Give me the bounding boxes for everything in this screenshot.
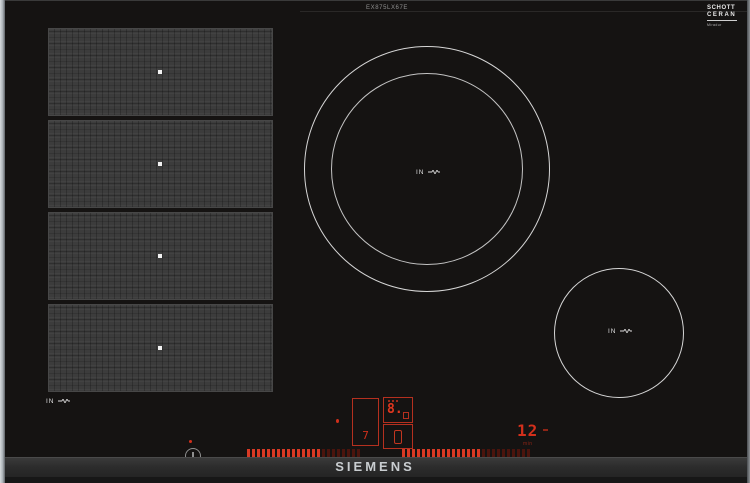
in-text: IN	[416, 169, 425, 176]
schott-ceran-rule	[707, 20, 737, 21]
power-slider-left[interactable]	[247, 449, 360, 457]
left-metal-trim	[0, 0, 5, 483]
siemens-logo: SIEMENS	[0, 459, 750, 474]
model-number: EX875LX67E	[366, 5, 408, 11]
induction-coil-icon	[428, 169, 440, 176]
large-zone-marking: IN	[416, 169, 440, 176]
power-level-sub-glyph	[403, 412, 409, 419]
schott-ceran-subline: Miradur	[707, 23, 743, 27]
flex-zone-marking: IN	[46, 398, 70, 405]
glass-reflection	[300, 11, 747, 12]
flex-zone-segment-2	[48, 120, 273, 208]
schott-ceran-line1: SCHOTT	[707, 5, 743, 12]
zone-center-dot	[158, 70, 162, 74]
power-indicator-dot	[189, 440, 192, 443]
flex-zone-segment-3	[48, 212, 273, 300]
selector-digit: 7	[353, 429, 378, 442]
power-level-digit: 8.	[387, 402, 403, 417]
timer-value: 12	[517, 421, 538, 440]
zone-select-indicator-dot	[336, 419, 339, 423]
flex-zone-segment-1	[48, 28, 273, 116]
flex-zone-segment-4	[48, 304, 273, 392]
in-text: IN	[46, 398, 55, 405]
small-zone-marking: IN	[608, 328, 632, 335]
power-level-display[interactable]: 8.	[383, 397, 413, 423]
schott-ceran-line2: CERAN	[707, 12, 743, 19]
induction-coil-icon	[58, 398, 70, 405]
boost-zero-glyph	[394, 430, 402, 444]
schott-ceran-logo: SCHOTT CERAN Miradur	[707, 5, 743, 27]
boost-key[interactable]	[383, 424, 413, 449]
glass-top-edge	[5, 0, 747, 1]
timer-dash-icon	[543, 429, 548, 431]
induction-coil-icon	[620, 328, 632, 335]
front-bezel-shadow	[5, 477, 747, 483]
zone-center-dot	[158, 162, 162, 166]
induction-cooktop: EX875LX67E SCHOTT CERAN Miradur IN IN IN…	[0, 0, 750, 483]
power-slider-right[interactable]	[402, 449, 530, 457]
zone-center-dot	[158, 254, 162, 258]
zone-selector-display[interactable]: 7	[352, 398, 379, 446]
in-text: IN	[608, 328, 617, 335]
timer-display[interactable]: 12 min	[515, 421, 561, 449]
timer-unit: min	[523, 441, 533, 447]
zone-center-dot	[158, 346, 162, 350]
